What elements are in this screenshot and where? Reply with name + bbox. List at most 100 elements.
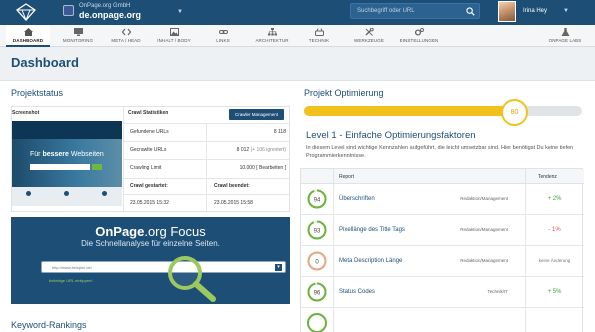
focus-hint: beliebige URL eintippen! — [49, 278, 93, 283]
level-description: In diesem Level sind wichtige Kennzahlen… — [306, 145, 574, 159]
screenshot-dot — [64, 191, 69, 196]
crawl-started-value: 23.05.2015 15:32 — [130, 200, 169, 206]
crawl-ended-label: Crawl beendet: — [214, 183, 250, 189]
divider — [206, 178, 207, 212]
search-icon[interactable] — [466, 7, 475, 16]
level-title: Level 1 - Einfache Optimierungsfaktoren — [306, 130, 476, 141]
search-placeholder: Suchbegriff oder URL — [357, 8, 415, 14]
edit-limit-link[interactable]: [ Bearbeiten ] — [256, 165, 286, 171]
chevron-down-icon[interactable]: ▾ — [275, 264, 282, 271]
crawl-row-extra: (+ 106 ignoriert) — [250, 147, 286, 153]
crawl-ended-value: 23.05.2015 15:58 — [214, 200, 253, 206]
report-name[interactable]: Überschriften — [339, 196, 375, 202]
sitemap-icon — [267, 28, 277, 36]
report-name[interactable]: Status Codes — [339, 289, 375, 295]
progress-fill — [304, 106, 527, 116]
optimization-progress — [304, 106, 582, 116]
server-icon — [314, 28, 324, 36]
nav-item-werkzeuge[interactable]: WERKZEUGE — [347, 25, 391, 47]
nav-item-monitoring[interactable]: MONITORING — [58, 25, 98, 47]
crawl-started-label: Crawl gestartet: — [130, 183, 168, 189]
score-value: 94 — [314, 197, 321, 203]
screenshot-footer — [12, 187, 122, 206]
report-category: Redaktion/Management — [460, 196, 508, 201]
report-name[interactable]: Meta Description Länge — [339, 258, 402, 264]
nav-item-einstellungen[interactable]: EINSTELLUNGEN — [396, 25, 442, 47]
top-bar: OnPage.org GmbH de.onpage.org ▼ Suchbegr… — [0, 0, 595, 25]
link-icon — [218, 30, 228, 34]
divider — [206, 123, 207, 178]
score-ring: 93 — [307, 220, 327, 240]
flask-icon — [561, 28, 569, 36]
onpage-focus-banner[interactable]: OnPage.org Focus Die Schnellanalyse für … — [11, 217, 290, 304]
project-org[interactable]: OnPage.org GmbH — [79, 3, 130, 9]
screenshot-headline-suffix: Webseiten — [70, 151, 104, 158]
report-category: Technik/IT — [487, 289, 508, 294]
report-category: Redaktion/Management — [460, 227, 508, 232]
user-caret-icon[interactable]: ▼ — [563, 8, 569, 14]
keyword-rankings-title: Keyword-Rankings — [11, 320, 87, 330]
report-row[interactable]: 0 Meta Description Länge Redaktion/Managem… — [301, 246, 584, 277]
home-icon — [23, 28, 33, 36]
divider — [333, 184, 334, 215]
score-value: 96 — [314, 290, 321, 296]
nav-item-meta-head[interactable]: META / HEAD — [106, 25, 146, 47]
screenshot-dot — [26, 191, 31, 196]
divider — [333, 215, 334, 246]
nav-item-onpage-labs[interactable]: ONPAGE LABS — [542, 25, 588, 47]
nav-item-links[interactable]: LINKS — [203, 25, 243, 47]
user-name[interactable]: Irina Hey — [523, 8, 547, 14]
image-icon — [169, 28, 179, 36]
nav-label: TECHNIK — [308, 38, 330, 43]
report-row[interactable]: 94 Überschriften Redaktion/Management + 2% — [301, 184, 584, 215]
screenshot-headline-strong: bessere — [42, 151, 69, 158]
tools-icon — [365, 28, 374, 36]
report-trend: keine Änderung — [538, 258, 571, 263]
nav-item-inhalt-body[interactable]: INHALT / BODY — [154, 25, 194, 47]
nav-item-dashboard[interactable]: DASHBOARD — [6, 25, 50, 47]
project-favicon-icon — [63, 5, 74, 16]
nav-item-architektur[interactable]: ARCHITEKTUR — [250, 25, 294, 47]
main-nav: DASHBOARD MONITORING META / HEAD INHALT … — [0, 25, 595, 47]
score-ring: 94 — [307, 189, 327, 209]
search-input[interactable]: Suchbegriff oder URL — [350, 3, 480, 19]
nav-label: ARCHITEKTUR — [255, 38, 289, 43]
crawl-row-key: Gecrawlte URLs — [130, 147, 167, 153]
projekt-optimierung-title: Projekt Optimierung — [304, 88, 384, 98]
avatar[interactable] — [498, 1, 516, 22]
divider — [333, 246, 334, 277]
onpage-logo-icon[interactable] — [16, 3, 36, 21]
projektstatus-title: Projektstatus — [11, 88, 64, 98]
code-icon — [121, 28, 131, 36]
crawl-row: Crawling Limit 10.000 [ Bearbeiten ] — [124, 159, 290, 174]
site-screenshot[interactable]: Für bessere Webseiten — [12, 121, 122, 206]
divider — [525, 169, 526, 184]
crawl-row-number: 8 118 — [273, 129, 286, 135]
report-row[interactable]: 93 Pixellänge des Title Tags Redaktion/Man… — [301, 215, 584, 246]
focus-url-placeholder: http://www.beispiel.de/ — [52, 265, 92, 270]
report-name[interactable]: Pixellänge des Title Tags — [339, 227, 405, 233]
crawler-management-button[interactable]: Crawler Management — [229, 109, 284, 120]
project-caret-icon[interactable]: ▼ — [177, 9, 183, 15]
screenshot-input-bar — [30, 164, 90, 170]
divider — [124, 194, 290, 195]
report-trend: + 2% — [547, 196, 562, 202]
score-value: 93 — [314, 228, 321, 234]
report-trend: + 5% — [547, 289, 562, 295]
crawl-row-value: 10.000 [ Bearbeiten ] — [240, 165, 286, 171]
screenshot-hero — [12, 139, 122, 187]
project-domain[interactable]: de.onpage.org — [79, 10, 141, 20]
nav-item-technik[interactable]: TECHNIK — [299, 25, 339, 47]
crawl-row-value: 8 012 (+ 106 ignoriert) — [237, 147, 286, 153]
score-ring: 0 — [307, 251, 327, 271]
report-row[interactable]: 96 Status Codes Technik/IT + 5% — [301, 277, 584, 308]
crawl-stats-header: Crawl Statistiken — [128, 110, 169, 116]
report-table: Report Tendenz 94 Überschriften Redaktion/… — [300, 168, 584, 332]
focus-title: OnPage.org Focus — [11, 224, 290, 239]
divider — [333, 308, 334, 332]
report-row[interactable] — [301, 308, 584, 332]
screenshot-headline: Für bessere Webseiten — [30, 151, 104, 158]
focus-subtitle: Die Schnellanalyse für einzelne Seiten. — [81, 239, 220, 248]
screenshot-dot — [102, 191, 107, 196]
divider — [333, 277, 334, 308]
